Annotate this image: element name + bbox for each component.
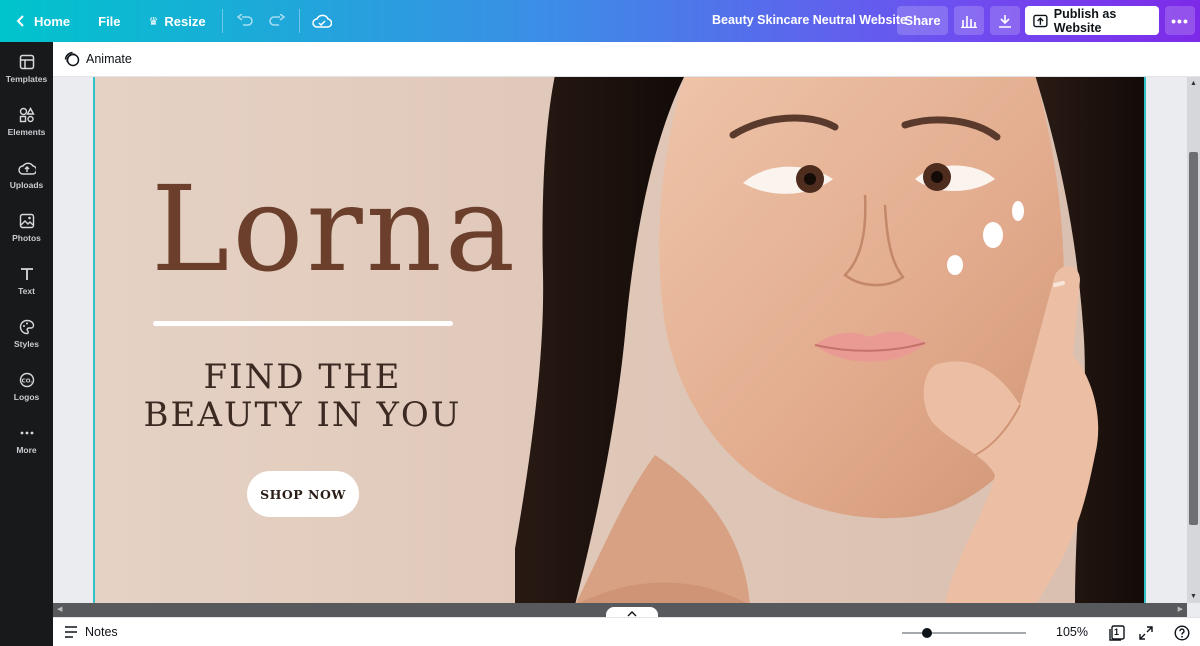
redo-button[interactable] <box>261 6 293 36</box>
file-menu-button[interactable]: File <box>88 6 130 36</box>
styles-icon <box>19 319 34 334</box>
zoom-slider-handle[interactable] <box>922 628 932 638</box>
share-button[interactable]: Share <box>897 6 948 35</box>
notes-label: Notes <box>85 625 118 639</box>
sidebar-item-label: Text <box>18 285 35 296</box>
help-icon <box>1174 625 1190 641</box>
sidebar-item-label: Photos <box>12 232 41 243</box>
sidebar-item-logos[interactable]: CO. Logos <box>0 360 53 413</box>
file-label: File <box>98 13 121 29</box>
photos-icon <box>19 213 34 228</box>
share-label: Share <box>904 13 941 28</box>
more-options-button[interactable]: ••• <box>1165 6 1195 35</box>
sidebar-item-styles[interactable]: Styles <box>0 307 53 360</box>
top-toolbar: Home File ♛ Resize Beauty Skincare Neutr… <box>0 0 1200 42</box>
page-count-button[interactable]: 1 <box>1107 623 1127 643</box>
cloud-check-icon <box>311 14 332 28</box>
crown-icon: ♛ <box>148 15 159 28</box>
download-icon <box>999 14 1011 28</box>
undo-icon <box>236 14 253 26</box>
animate-icon <box>64 51 80 67</box>
scroll-down-arrow-icon[interactable]: ▼ <box>1190 593 1197 600</box>
bottom-bar: Notes 105% 1 <box>53 617 1200 646</box>
download-button[interactable] <box>990 6 1020 35</box>
more-icon <box>20 431 33 434</box>
templates-icon <box>19 54 34 69</box>
uploads-icon <box>17 162 36 175</box>
notes-button[interactable]: Notes <box>64 625 118 639</box>
more-dots-icon: ••• <box>1171 12 1189 29</box>
sidebar-item-label: More <box>16 444 37 455</box>
sidebar-item-label: Uploads <box>9 179 44 190</box>
sidebar-item-label: Elements <box>7 126 46 137</box>
zoom-level[interactable]: 105% <box>1056 625 1088 639</box>
toolbar-divider <box>221 9 223 33</box>
svg-text:CO.: CO. <box>21 378 32 384</box>
notes-icon <box>65 626 77 638</box>
resize-button[interactable]: ♛ Resize <box>139 6 216 36</box>
model-photo[interactable] <box>515 77 1146 603</box>
sidebar-item-label: Templates <box>5 73 48 84</box>
sidebar-item-photos[interactable]: Photos <box>0 201 53 254</box>
context-toolbar: Animate <box>53 42 1200 77</box>
publish-label: Publish as Website <box>1053 6 1117 35</box>
home-button[interactable]: Home <box>6 6 80 36</box>
canvas-area: Lorna FIND THE BEAUTY IN YOU SHOP NOW <box>53 77 1187 603</box>
scroll-left-arrow-icon[interactable]: ◀ <box>57 605 62 613</box>
zoom-slider-track[interactable] <box>902 632 1026 634</box>
help-button[interactable] <box>1172 623 1192 643</box>
sidebar-item-text[interactable]: Text <box>0 254 53 307</box>
animate-label: Animate <box>86 52 132 66</box>
insights-button[interactable] <box>954 6 984 35</box>
fullscreen-button[interactable] <box>1136 623 1156 643</box>
tagline-text[interactable]: FIND THE BEAUTY IN YOU <box>135 358 470 434</box>
left-sidebar: Templates Elements Uploads Photos Text S… <box>0 42 53 646</box>
logos-icon: CO. <box>19 372 34 387</box>
design-page[interactable]: Lorna FIND THE BEAUTY IN YOU SHOP NOW <box>93 77 1146 603</box>
vertical-scroll-thumb[interactable] <box>1189 152 1198 525</box>
undo-button[interactable] <box>229 6 261 36</box>
sidebar-item-uploads[interactable]: Uploads <box>0 148 53 201</box>
expand-icon <box>1139 626 1153 640</box>
shop-now-label: SHOP NOW <box>260 486 346 502</box>
bar-chart-icon <box>961 15 977 28</box>
scroll-up-arrow-icon[interactable]: ▲ <box>1190 80 1197 87</box>
sidebar-item-label: Logos <box>13 391 40 402</box>
tagline-line-2: BEAUTY IN YOU <box>143 395 462 435</box>
toolbar-divider <box>298 9 300 33</box>
publish-website-button[interactable]: Publish as Website <box>1025 6 1159 35</box>
design-title[interactable]: Beauty Skincare Neutral Website <box>712 13 907 27</box>
shop-now-button[interactable]: SHOP NOW <box>247 471 359 517</box>
brand-name[interactable]: Lorna <box>151 170 518 288</box>
sidebar-item-more[interactable]: More <box>0 413 53 466</box>
home-label: Home <box>34 13 71 29</box>
publish-icon <box>1033 14 1048 27</box>
tagline-line-1: FIND THE <box>203 357 402 397</box>
cloud-save-button[interactable] <box>306 6 338 36</box>
vertical-scrollbar[interactable]: ▲ ▼ <box>1187 77 1200 603</box>
sidebar-item-elements[interactable]: Elements <box>0 95 53 148</box>
elements-icon <box>19 106 35 122</box>
chevron-left-icon <box>16 15 24 27</box>
sidebar-item-templates[interactable]: Templates <box>0 42 53 95</box>
divider-line[interactable] <box>153 321 453 326</box>
text-icon <box>20 267 33 280</box>
scroll-right-arrow-icon[interactable]: ▶ <box>1178 605 1183 613</box>
sidebar-item-label: Styles <box>13 338 40 349</box>
redo-icon <box>268 14 285 26</box>
resize-label: Resize <box>164 13 206 29</box>
page-number: 1 <box>1114 627 1120 637</box>
animate-button[interactable]: Animate <box>64 51 132 67</box>
